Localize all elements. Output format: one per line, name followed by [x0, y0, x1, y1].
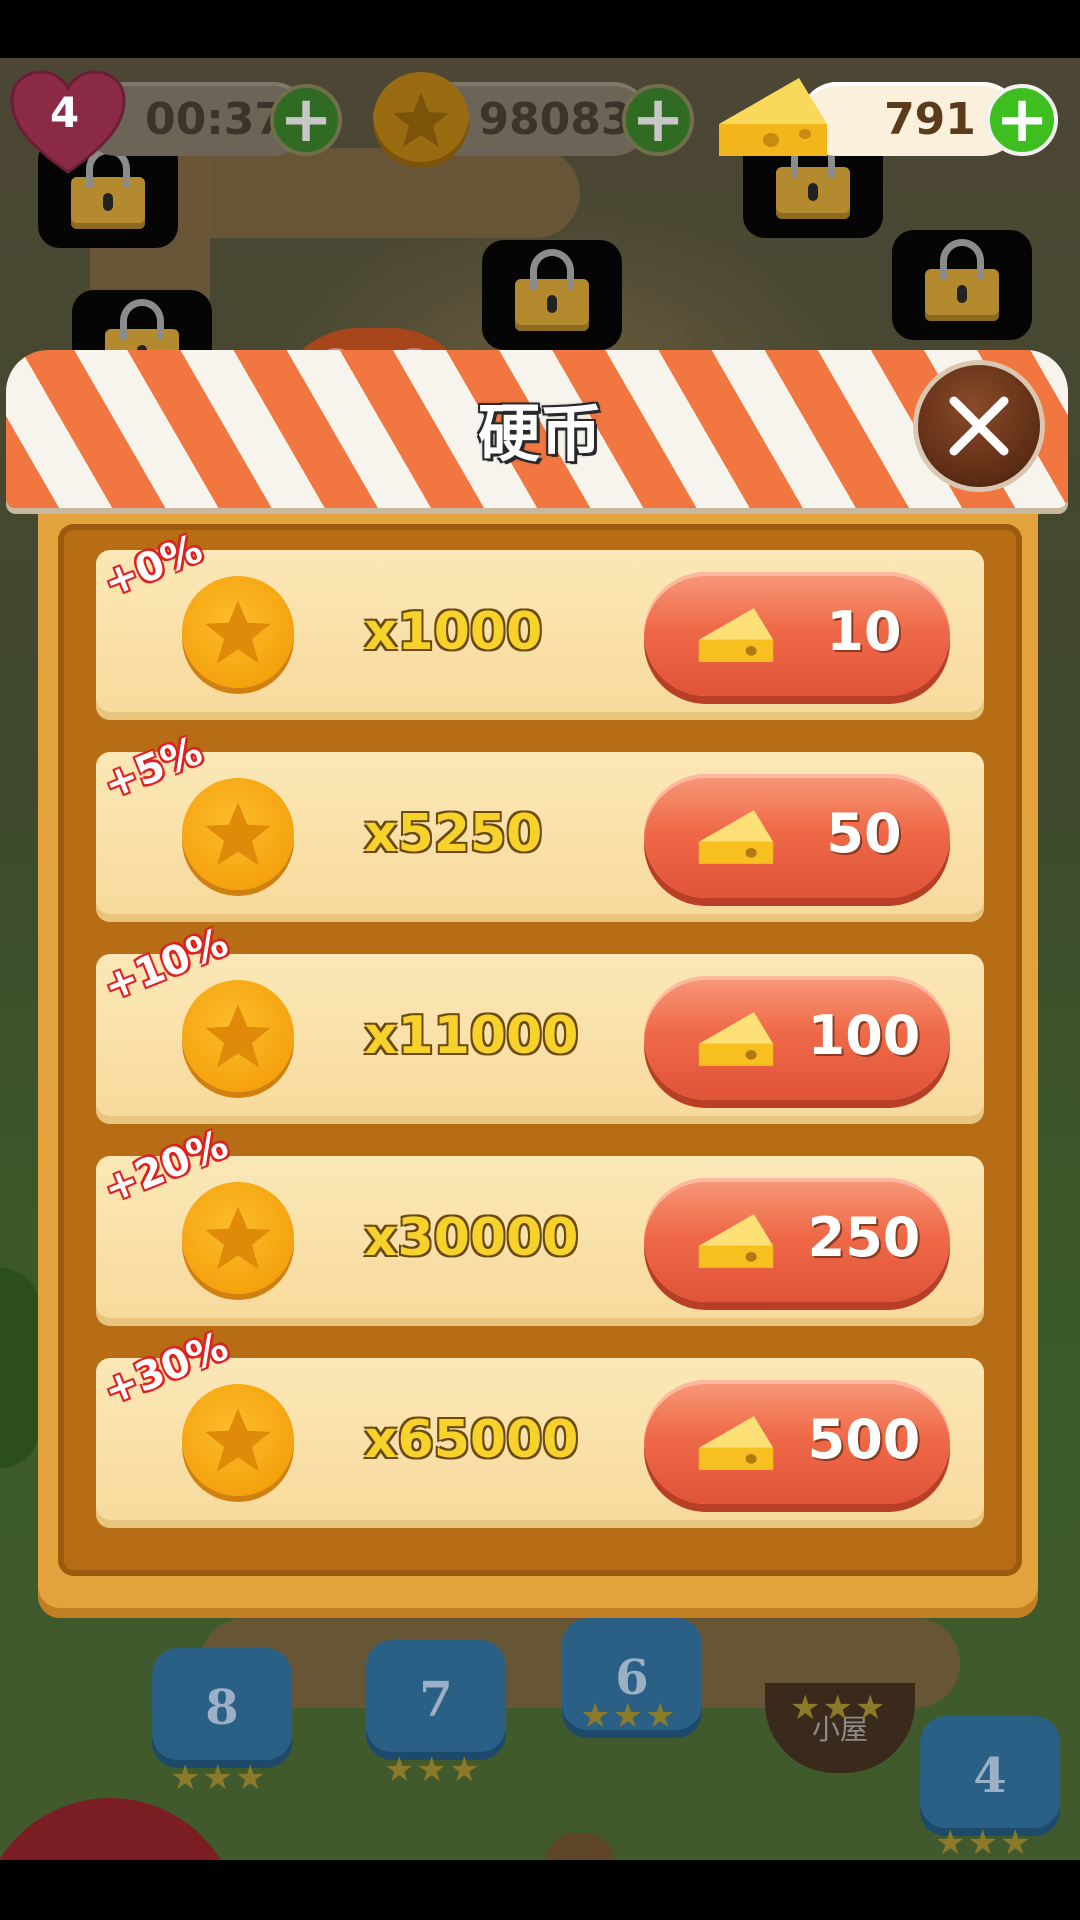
- star-coin-icon: [182, 576, 294, 688]
- shop-item-row: +20% x30000 250: [96, 1121, 984, 1326]
- buy-button[interactable]: 500: [644, 1380, 950, 1504]
- level-stars: ★★★: [384, 1750, 482, 1790]
- buy-button[interactable]: 100: [644, 976, 950, 1100]
- cheese-icon: [698, 810, 774, 864]
- level-stars: ★★★: [580, 1696, 678, 1736]
- bottom-black-bar: [0, 1860, 1080, 1920]
- map-path: [160, 148, 580, 238]
- plus-icon: +: [631, 83, 685, 157]
- level-number: 7: [419, 1672, 453, 1728]
- coin-amount: x30000: [364, 1208, 579, 1268]
- cheese-count: 791: [884, 93, 976, 145]
- lives-count: 4: [50, 88, 80, 137]
- level-stars: ★★★: [790, 1688, 888, 1728]
- coin-amount: x65000: [364, 1410, 579, 1470]
- level-number: 8: [205, 1680, 239, 1736]
- cheese-icon: [698, 608, 774, 662]
- buy-button[interactable]: 50: [644, 774, 950, 898]
- star-coin-icon: [182, 980, 294, 1092]
- squirrel-character: [545, 1833, 615, 1860]
- level-button-7[interactable]: 7: [366, 1640, 506, 1760]
- lock-icon: [776, 137, 850, 219]
- top-black-bar: [0, 0, 1080, 58]
- level-stars: ★★★: [170, 1758, 268, 1798]
- add-cheese-button[interactable]: +: [986, 84, 1058, 156]
- price-label: 250: [807, 1206, 921, 1269]
- star-coin-icon: [182, 1384, 294, 1496]
- buy-button[interactable]: 10: [644, 572, 950, 696]
- add-lives-button[interactable]: +: [270, 84, 342, 156]
- price-label: 50: [826, 802, 902, 865]
- close-icon: [949, 396, 1009, 456]
- add-coins-button[interactable]: +: [622, 84, 694, 156]
- close-button[interactable]: [913, 360, 1045, 492]
- star-coin-icon: [373, 72, 469, 168]
- buy-button[interactable]: 250: [644, 1178, 950, 1302]
- coin-amount: x1000: [364, 602, 543, 662]
- lives-timer: 00:37: [144, 93, 286, 145]
- shop-item-row: +10% x11000 100: [96, 919, 984, 1124]
- lock-icon: [515, 249, 589, 331]
- star-coin-icon: [182, 1182, 294, 1294]
- shop-item-row: +30% x65000 500: [96, 1323, 984, 1528]
- mushroom-house-decoration: [0, 1798, 240, 1860]
- star-coin-icon: [182, 778, 294, 890]
- level-button-4[interactable]: 4: [920, 1716, 1060, 1836]
- locked-level[interactable]: [892, 230, 1032, 340]
- level-number: 4: [973, 1748, 1007, 1804]
- shop-item-row: +5% x5250 50: [96, 728, 984, 922]
- cheese-icon: [698, 1012, 774, 1066]
- lock-icon: [925, 239, 999, 321]
- price-label: 10: [826, 600, 902, 663]
- price-label: 500: [807, 1408, 921, 1471]
- price-label: 100: [807, 1004, 921, 1067]
- coin-count: 98083: [478, 93, 632, 145]
- shop-item-row: +0% x1000 10: [96, 526, 984, 720]
- plus-icon: +: [995, 83, 1049, 157]
- locked-level[interactable]: [482, 240, 622, 350]
- level-button-8[interactable]: 8: [152, 1648, 292, 1768]
- cheese-icon: [698, 1214, 774, 1268]
- coin-amount: x5250: [364, 804, 543, 864]
- plus-icon: +: [279, 83, 333, 157]
- level-stars: ★★★: [935, 1823, 1033, 1860]
- coin-amount: x11000: [364, 1006, 579, 1066]
- cheese-icon: [698, 1416, 774, 1470]
- tree-decoration: [0, 1268, 40, 1468]
- lock-icon: [71, 147, 145, 229]
- cheese-icon: [719, 78, 827, 156]
